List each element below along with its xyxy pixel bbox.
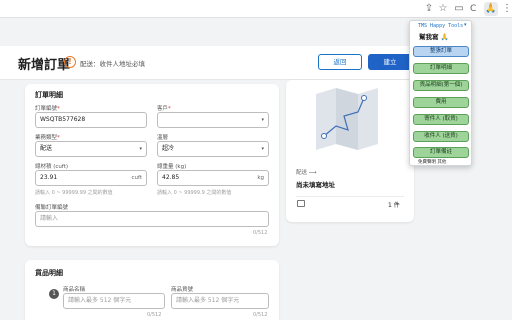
popup-footer[interactable]: 免費聲明 其他 xyxy=(418,159,446,165)
extension-c-icon[interactable]: C xyxy=(470,2,482,16)
page-header: 新增訂單 ! 配送：收件人地址必填 返回 建立 xyxy=(0,46,420,80)
chevron-down-icon: ▾ xyxy=(261,117,264,123)
temp-label: 溫層 xyxy=(157,135,169,141)
create-button[interactable]: 建立 xyxy=(368,54,412,70)
delivery-label: 配送 ⟶ xyxy=(296,170,317,176)
warning-text: 配送：收件人地址必填 xyxy=(80,60,145,68)
menu-dots-icon[interactable]: ⋮ xyxy=(500,2,512,16)
weight-input[interactable]: 42.85 kg xyxy=(157,170,269,186)
related-order-counter: 0/512 xyxy=(253,230,268,236)
back-button[interactable]: 返回 xyxy=(318,54,362,70)
related-order-input[interactable]: 請輸入 xyxy=(35,211,269,227)
fill-receiver-button[interactable]: 收件人 (送貨) xyxy=(413,131,469,142)
page-title: 新增訂單 xyxy=(18,58,71,73)
related-order-label: 備聯訂單編號 xyxy=(35,205,69,211)
order-no-input[interactable]: WSQTB577628 xyxy=(35,112,147,128)
share-icon[interactable]: ⇪ xyxy=(422,2,436,16)
goods-sku-input[interactable]: 請輸入最多 512 個字元 xyxy=(171,293,269,309)
divider xyxy=(296,196,404,197)
goods-step-number: 1 xyxy=(49,289,59,299)
goods-section-title: 貨品明細 xyxy=(35,269,63,277)
client-label: 客戶* xyxy=(157,106,171,112)
chevron-down-icon: ▾ xyxy=(139,146,142,152)
goods-name-input[interactable]: 請輸入最多 512 個字元 xyxy=(63,293,165,309)
goods-name-label: 商品名稱 xyxy=(63,287,86,293)
package-icon xyxy=(297,200,305,207)
fill-fees-button[interactable]: 費用 xyxy=(413,97,469,108)
popup-title: 幫我寫 🙏 xyxy=(419,33,449,41)
order-section-title: 訂單明細 xyxy=(35,91,63,99)
goods-sku-label: 商品貨號 xyxy=(171,287,194,293)
browser-toolbar: ⇪ ☆ ▭ C 🙏 ⋮ xyxy=(0,0,512,18)
type-select[interactable]: 配送 ▾ xyxy=(35,141,147,157)
volume-label: 總材積 (cuft) xyxy=(35,164,69,170)
fill-first-goods-button[interactable]: 貨品明細(第一個) xyxy=(413,80,469,91)
popup-brand: TMS Happy Tools xyxy=(418,23,464,29)
chevron-down-icon: ▾ xyxy=(261,146,264,152)
goods-name-counter: 0/512 xyxy=(147,312,162,318)
goods-sku-counter: 0/512 xyxy=(253,312,268,318)
star-icon[interactable]: ☆ xyxy=(436,2,450,16)
fill-whole-order-button[interactable]: 整張訂單 xyxy=(413,46,469,57)
address-unfilled: 尚未填寫地址 xyxy=(296,181,335,189)
weight-label: 總重量 (kg) xyxy=(157,164,187,170)
goods-details-card: 貨品明細 1 商品名稱 請輸入最多 512 個字元 0/512 商品貨號 請輸入… xyxy=(25,260,279,320)
volume-hint: 請輸入 0 ~ 99999.99 之間的數值 xyxy=(35,190,113,196)
package-count: 1 件 xyxy=(388,202,400,209)
extension-box-icon[interactable]: ▭ xyxy=(452,2,466,16)
temp-select[interactable]: 超冷 ▾ xyxy=(157,141,269,157)
order-no-label: 訂單編號* xyxy=(35,106,60,112)
client-select[interactable]: ▾ xyxy=(157,112,269,128)
order-details-card: 訂單明細 訂單編號* WSQTB577628 客戶* ▾ 業務類型* 配送 ▾ 溫… xyxy=(25,84,279,246)
summary-card: 配送 ⟶ 尚未填寫地址 1 件 xyxy=(286,80,414,222)
volume-input[interactable]: 23.91 cuft xyxy=(35,170,147,186)
map-illustration xyxy=(314,88,380,150)
fill-order-note-button[interactable]: 訂單備註 xyxy=(413,147,469,158)
pin-icon: ▾ xyxy=(464,22,467,28)
type-label: 業務類型* xyxy=(35,135,60,141)
warning-icon: ! xyxy=(64,56,76,68)
extension-popup: TMS Happy Tools ▾ 幫我寫 🙏 整張訂單 訂單明細 貨品明細(第… xyxy=(409,20,472,166)
extension-pray-icon[interactable]: 🙏 xyxy=(484,2,498,16)
fill-order-details-button[interactable]: 訂單明細 xyxy=(413,63,469,74)
fill-sender-button[interactable]: 寄件人 (取貨) xyxy=(413,114,469,125)
weight-hint: 請輸入 0 ~ 99999.9 之間的數值 xyxy=(157,190,232,196)
